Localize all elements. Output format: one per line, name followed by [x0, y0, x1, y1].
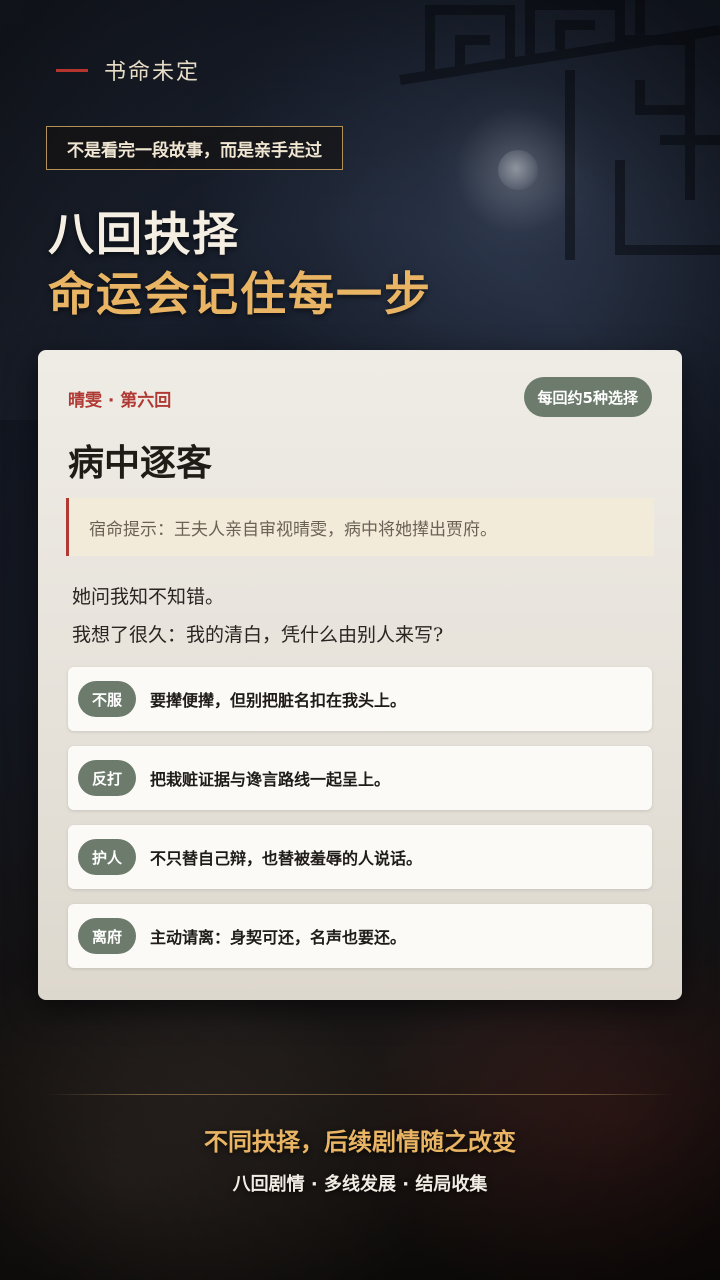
headline-line-1: 八回抉择: [48, 207, 240, 261]
footer-headline: 不同抉择，后续剧情随之改变: [204, 1127, 516, 1156]
choice-option-1[interactable]: 不服 要撵便撵，但别把脏名扣在我头上。: [68, 667, 652, 731]
choice-text: 把栽赃证据与谗言路线一起呈上。: [150, 770, 391, 789]
chapter-title: 病中逐客: [68, 442, 213, 484]
choice-option-2[interactable]: 反打 把栽赃证据与谗言路线一起呈上。: [68, 746, 652, 810]
window-lattice-decoration: [399, 0, 720, 260]
poster: 书命未定 不是看完一段故事，而是亲手走过 八回抉择 命运会记住每一步 晴雯 · …: [0, 0, 720, 1280]
footer-features: 八回剧情 · 多线发展 · 结局收集: [232, 1174, 488, 1195]
moon: [498, 150, 538, 190]
narration-line-1: 她问我知不知错。: [72, 586, 225, 608]
footer-divider: [46, 1094, 674, 1095]
brand-accent-line: [56, 68, 88, 72]
chapter-card: 晴雯 · 第六回 每回约5种选择 病中逐客 宿命提示：王夫人亲自审视晴雯，病中将…: [38, 350, 682, 1000]
choice-tag: 反打: [78, 760, 136, 796]
tagline-box: 不是看完一段故事，而是亲手走过: [46, 126, 343, 170]
chapter-label: 晴雯 · 第六回: [68, 391, 172, 411]
headline-line-2: 命运会记住每一步: [48, 267, 432, 321]
choice-text: 要撵便撵，但别把脏名扣在我头上。: [150, 691, 407, 710]
choices-badge: 每回约5种选择: [523, 377, 652, 417]
brand: 书命未定: [56, 54, 200, 86]
brand-name: 书命未定: [104, 60, 201, 85]
choice-text: 主动请离：身契可还，名声也要还。: [150, 928, 407, 947]
choice-option-3[interactable]: 护人 不只替自己辩，也替被羞辱的人说话。: [68, 825, 652, 889]
narration-line-2: 我想了很久：我的清白，凭什么由别人来写?: [72, 624, 444, 646]
choice-option-4[interactable]: 离府 主动请离：身契可还，名声也要还。: [68, 904, 652, 968]
choice-tag: 护人: [78, 839, 136, 875]
choice-tag: 离府: [78, 918, 136, 954]
choice-tag: 不服: [78, 681, 136, 717]
fate-hint: 宿命提示：王夫人亲自审视晴雯，病中将她撵出贾府。: [66, 498, 654, 556]
choice-text: 不只替自己辩，也替被羞辱的人说话。: [150, 849, 423, 868]
